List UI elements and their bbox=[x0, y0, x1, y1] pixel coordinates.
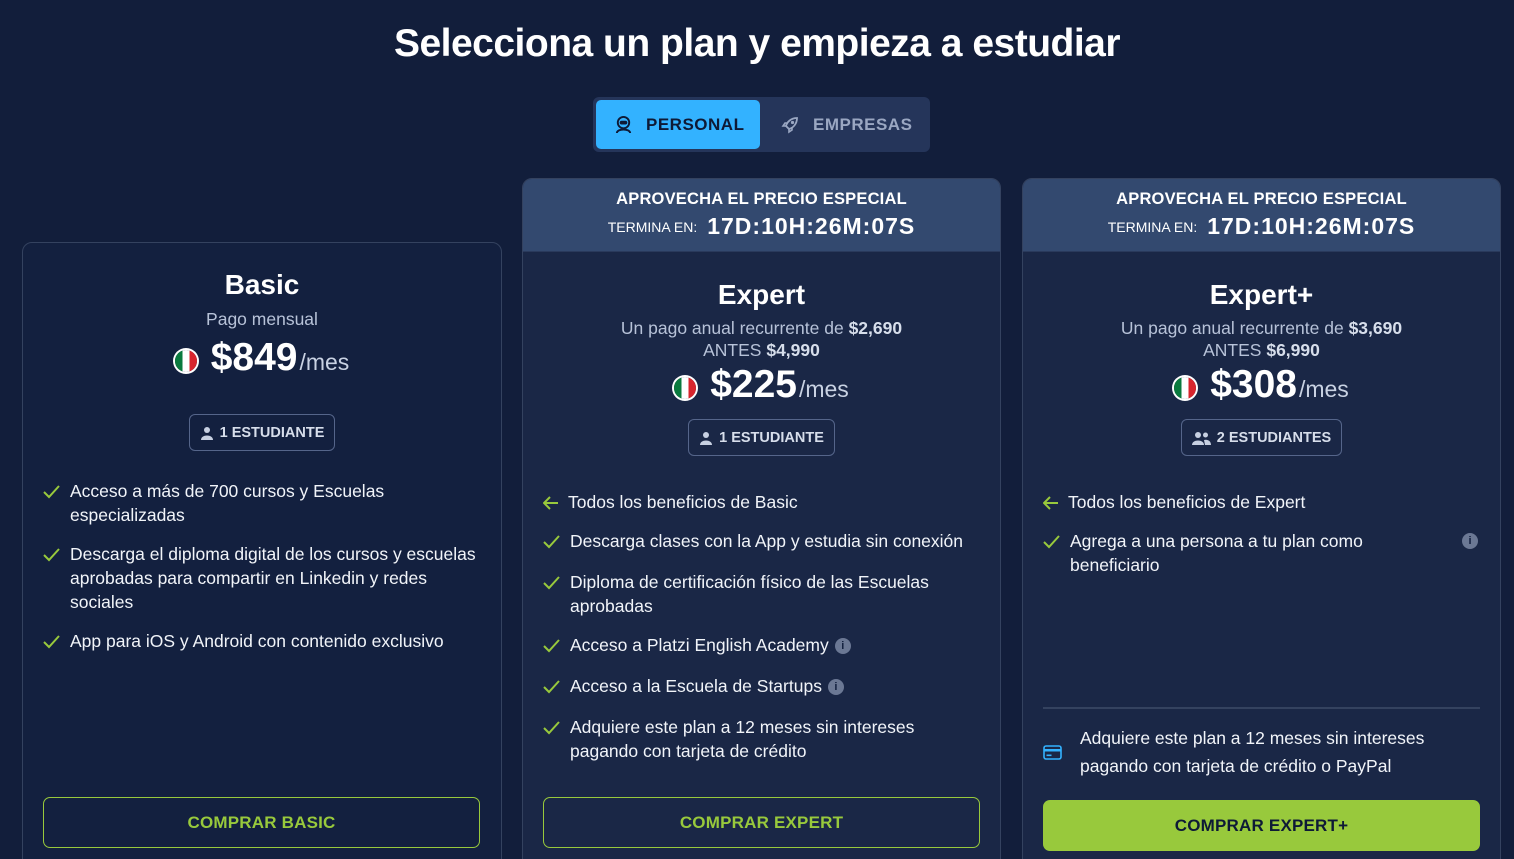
students-label: 2 ESTUDIANTES bbox=[1216, 429, 1332, 446]
check-icon bbox=[1043, 535, 1060, 549]
tab-personal[interactable]: PERSONAL bbox=[596, 100, 760, 149]
rocket-icon bbox=[781, 116, 798, 133]
plan-before-price: ANTES $6,990 bbox=[1203, 340, 1320, 360]
plan-card-basic: Basic Pago mensual $849 /mes 1 ESTUDIANT… bbox=[22, 242, 502, 859]
features-list: Todos los beneficios de Expert Agrega a … bbox=[1042, 490, 1480, 577]
list-item: Adquiere este plan a 12 meses sin intere… bbox=[543, 715, 980, 763]
mexico-flag-icon bbox=[174, 350, 197, 372]
user-icon bbox=[200, 426, 213, 440]
plan-billing: Un pago anual recurrente de $2,690 bbox=[620, 318, 903, 338]
promo-banner: APROVECHA EL PRECIO ESPECIAL TERMINA EN:… bbox=[523, 179, 1000, 252]
mexico-flag-icon bbox=[674, 377, 697, 399]
tab-personal-label: PERSONAL bbox=[646, 114, 745, 134]
check-icon bbox=[43, 635, 60, 649]
list-item: Descarga clases con la App y estudia sin… bbox=[543, 529, 980, 555]
list-item: Descarga el diploma digital de los curso… bbox=[43, 542, 481, 614]
mexico-flag-icon bbox=[1174, 377, 1197, 399]
price-period: /mes bbox=[798, 376, 849, 402]
divider bbox=[1043, 707, 1480, 709]
info-icon[interactable]: i bbox=[834, 638, 851, 655]
list-item: Acceso a Platzi English Academy i bbox=[543, 633, 980, 659]
plan-card-expert: APROVECHA EL PRECIO ESPECIAL TERMINA EN:… bbox=[522, 178, 1001, 859]
list-item: Acceso a más de 700 cursos y Escuelas es… bbox=[43, 479, 481, 527]
arrow-left-icon bbox=[542, 496, 558, 510]
tab-empresas[interactable]: EMPRESAS bbox=[760, 100, 927, 149]
students-badge: 1 ESTUDIANTE bbox=[688, 419, 835, 456]
arrow-left-icon bbox=[1042, 496, 1058, 510]
check-icon bbox=[543, 680, 560, 694]
plan-price: $225 bbox=[710, 363, 797, 406]
plan-name: Basic bbox=[224, 269, 300, 300]
plan-price: $308 bbox=[1210, 363, 1297, 406]
students-label: 1 ESTUDIANTE bbox=[719, 429, 824, 446]
installments-note: Adquiere este plan a 12 meses sin intere… bbox=[1043, 724, 1480, 780]
user-icon bbox=[700, 431, 713, 445]
features-list: Todos los beneficios de Basic Descarga c… bbox=[542, 490, 980, 763]
tab-empresas-label: EMPRESAS bbox=[813, 114, 913, 134]
promo-headline: APROVECHA EL PRECIO ESPECIAL bbox=[1116, 190, 1407, 208]
promo-headline: APROVECHA EL PRECIO ESPECIAL bbox=[616, 190, 907, 208]
list-item: Diploma de certificación físico de las E… bbox=[543, 570, 980, 618]
plan-name: Expert+ bbox=[1209, 279, 1314, 310]
check-icon bbox=[543, 639, 560, 653]
list-item: Todos los beneficios de Basic bbox=[542, 490, 980, 516]
user-astronaut-icon bbox=[615, 115, 632, 134]
list-item: Acceso a la Escuela de Startups i bbox=[543, 674, 980, 700]
plan-type-toggle: PERSONAL EMPRESAS bbox=[593, 97, 930, 152]
check-icon bbox=[543, 576, 560, 590]
promo-banner: APROVECHA EL PRECIO ESPECIAL TERMINA EN:… bbox=[1023, 179, 1500, 252]
check-icon bbox=[543, 721, 560, 735]
plan-billing: Pago mensual bbox=[206, 309, 318, 329]
info-icon[interactable]: i bbox=[827, 679, 844, 696]
countdown-timer: 17D:10H:26M:07S bbox=[707, 213, 916, 239]
countdown-timer: 17D:10H:26M:07S bbox=[1207, 213, 1416, 239]
list-item: Agrega a una persona a tu plan como bene… bbox=[1043, 529, 1480, 577]
plan-price: $849 bbox=[210, 336, 298, 379]
students-label: 1 ESTUDIANTE bbox=[219, 424, 325, 441]
users-icon bbox=[1191, 431, 1211, 445]
plan-name: Expert bbox=[717, 279, 806, 310]
plan-billing: Un pago anual recurrente de $3,690 bbox=[1120, 318, 1403, 338]
plan-before-price: ANTES $4,990 bbox=[703, 340, 820, 360]
check-icon bbox=[43, 485, 60, 499]
price-period: /mes bbox=[1298, 376, 1349, 402]
price-period: /mes bbox=[299, 349, 350, 375]
buy-expert-button[interactable]: COMPRAR EXPERT bbox=[543, 797, 980, 848]
buy-expert-plus-button[interactable]: COMPRAR EXPERT+ bbox=[1043, 800, 1480, 851]
buy-basic-button[interactable]: COMPRAR BASIC bbox=[43, 797, 480, 848]
plan-card-expert-plus: APROVECHA EL PRECIO ESPECIAL TERMINA EN:… bbox=[1022, 178, 1501, 859]
students-badge: 1 ESTUDIANTE bbox=[188, 414, 336, 451]
list-item: App para iOS y Android con contenido exc… bbox=[43, 629, 481, 655]
check-icon bbox=[543, 535, 560, 549]
check-icon bbox=[43, 548, 60, 562]
countdown-label: TERMINA EN: bbox=[607, 218, 698, 235]
countdown-label: TERMINA EN: bbox=[1107, 218, 1198, 235]
credit-card-icon bbox=[1043, 744, 1062, 760]
page-title: Selecciona un plan y empieza a estudiar bbox=[393, 22, 1121, 65]
features-list: Acceso a más de 700 cursos y Escuelas es… bbox=[43, 479, 481, 655]
list-item: Todos los beneficios de Expert bbox=[1042, 490, 1480, 516]
info-icon[interactable]: i bbox=[1462, 533, 1478, 549]
students-badge: 2 ESTUDIANTES bbox=[1180, 419, 1343, 456]
